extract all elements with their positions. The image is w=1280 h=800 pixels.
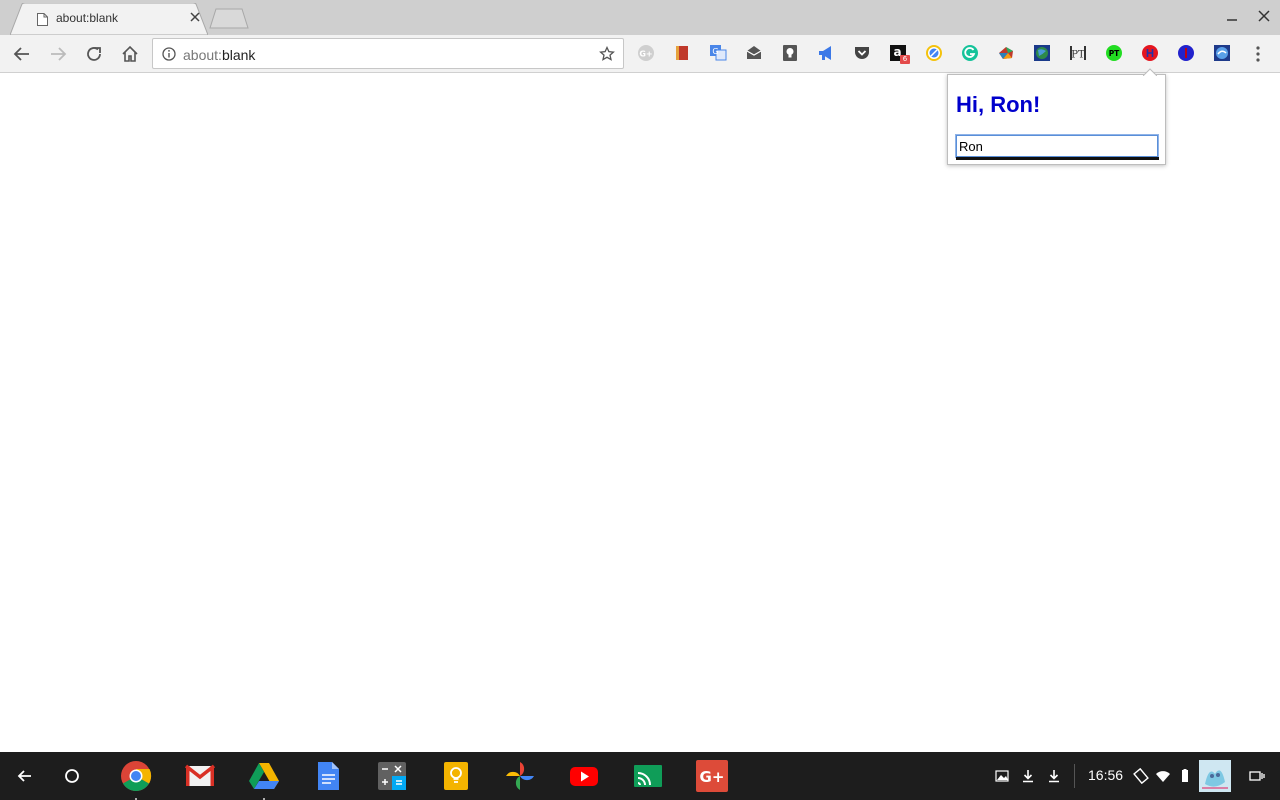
photos-app[interactable]: [504, 760, 536, 792]
overview-icon[interactable]: [1249, 768, 1265, 784]
mail-tray-ext-icon[interactable]: [745, 44, 763, 62]
google-plus-app[interactable]: G+: [696, 760, 728, 792]
blue-square-ext-icon[interactable]: [1213, 44, 1231, 62]
docs-app[interactable]: [312, 760, 344, 792]
name-input[interactable]: [956, 135, 1158, 157]
page-icon: [37, 13, 48, 26]
download-icon[interactable]: [1046, 768, 1062, 784]
wifi-icon[interactable]: [1155, 768, 1171, 784]
rotation-lock-icon[interactable]: [1133, 768, 1149, 784]
compass-ext-icon[interactable]: [925, 44, 943, 62]
google-plus-label: G+: [700, 768, 725, 786]
megaphone-ext-icon[interactable]: [817, 44, 835, 62]
drive-app[interactable]: [248, 760, 280, 800]
back-arrow-icon: [17, 770, 31, 782]
home-icon: [122, 45, 138, 62]
pt-green-ext-label: PT: [1109, 49, 1120, 58]
cast-icon: [634, 765, 662, 787]
address-bar[interactable]: about:blank: [152, 38, 624, 69]
address-text: about:blank: [183, 47, 255, 63]
docs-icon: [318, 762, 339, 790]
tab-title: about:blank: [56, 11, 119, 25]
translate-ext-icon[interactable]: G: [709, 44, 727, 62]
minimize-icon[interactable]: [1224, 8, 1240, 24]
popup-rule: [956, 157, 1159, 160]
avatar-image: [1199, 760, 1231, 792]
grammarly-ext-icon[interactable]: [961, 44, 979, 62]
amazon-ext-icon[interactable]: a 6: [889, 44, 910, 64]
more-vert-icon: [1256, 46, 1260, 62]
info-icon[interactable]: [162, 47, 176, 61]
popup-arrow: [1143, 68, 1157, 76]
calculator-app[interactable]: [376, 760, 408, 792]
avatar[interactable]: [1199, 760, 1231, 792]
pt-ext-label: PT: [1071, 50, 1085, 61]
pt-ext-icon[interactable]: PT: [1069, 44, 1087, 62]
globe-ext-icon[interactable]: [1033, 44, 1051, 62]
shelf-back-button[interactable]: [9, 760, 41, 792]
close-window-icon[interactable]: [1256, 8, 1272, 24]
os-shelf: G+ 16:56: [0, 752, 1280, 800]
clock[interactable]: 16:56: [1088, 767, 1123, 783]
close-tab-icon[interactable]: [189, 11, 201, 23]
reload-icon: [87, 47, 101, 61]
download-icon[interactable]: [1020, 768, 1036, 784]
back-button[interactable]: [10, 42, 34, 66]
bookmark-star-icon[interactable]: [599, 46, 615, 62]
calculator-icon: [378, 762, 406, 790]
pocket-ext-icon[interactable]: [853, 44, 871, 62]
cast-sheets-app[interactable]: [632, 760, 664, 792]
pt-green-ext-icon[interactable]: PT: [1105, 44, 1123, 62]
red-book-ext-icon[interactable]: [673, 44, 691, 62]
chrome-icon: [121, 761, 152, 792]
launcher-circle-icon: [65, 769, 79, 783]
launcher-button[interactable]: [56, 760, 88, 792]
tab-strip: about:blank: [0, 0, 1280, 35]
tray-divider: [1074, 764, 1075, 788]
youtube-app[interactable]: [568, 760, 600, 792]
url-host: blank: [221, 47, 256, 63]
image-icon[interactable]: [994, 768, 1010, 784]
svg-text:G: G: [712, 47, 718, 56]
lightbulb-ext-icon[interactable]: [781, 44, 799, 62]
keep-lightbulb-icon: [444, 762, 468, 790]
hello-red-ext-icon[interactable]: [1141, 44, 1159, 62]
svg-text:G+: G+: [639, 50, 652, 59]
photos-pinwheel-icon: [506, 762, 534, 790]
chrome-menu-button[interactable]: [1246, 42, 1270, 66]
browser-toolbar: about:blank G+ G a 6 PT PT: [0, 35, 1280, 101]
forward-arrow-icon: [51, 47, 67, 61]
forward-button[interactable]: [46, 42, 70, 66]
url-scheme: about:: [183, 47, 222, 63]
gmail-app[interactable]: [184, 760, 216, 792]
keep-app[interactable]: [440, 760, 472, 792]
popup-greeting: Hi, Ron!: [956, 92, 1041, 117]
chrome-app[interactable]: [120, 760, 152, 800]
google-plus-icon: G+: [696, 760, 728, 792]
battery-icon[interactable]: [1177, 768, 1193, 784]
extension-popup: Hi, Ron!: [947, 74, 1166, 165]
youtube-icon: [570, 767, 598, 786]
new-tab-button[interactable]: [209, 8, 249, 29]
colorful-ball-ext-icon[interactable]: [997, 44, 1015, 62]
blue-circle-ext-icon[interactable]: [1177, 44, 1195, 62]
reload-button[interactable]: [82, 42, 106, 66]
drive-icon: [249, 763, 279, 789]
back-arrow-icon: [13, 47, 29, 61]
home-button[interactable]: [118, 42, 142, 66]
tab-about-blank[interactable]: about:blank: [10, 3, 208, 35]
g-plus-ext-icon[interactable]: G+: [637, 44, 655, 62]
amazon-badge: 6: [900, 55, 910, 64]
gmail-icon: [184, 764, 216, 786]
